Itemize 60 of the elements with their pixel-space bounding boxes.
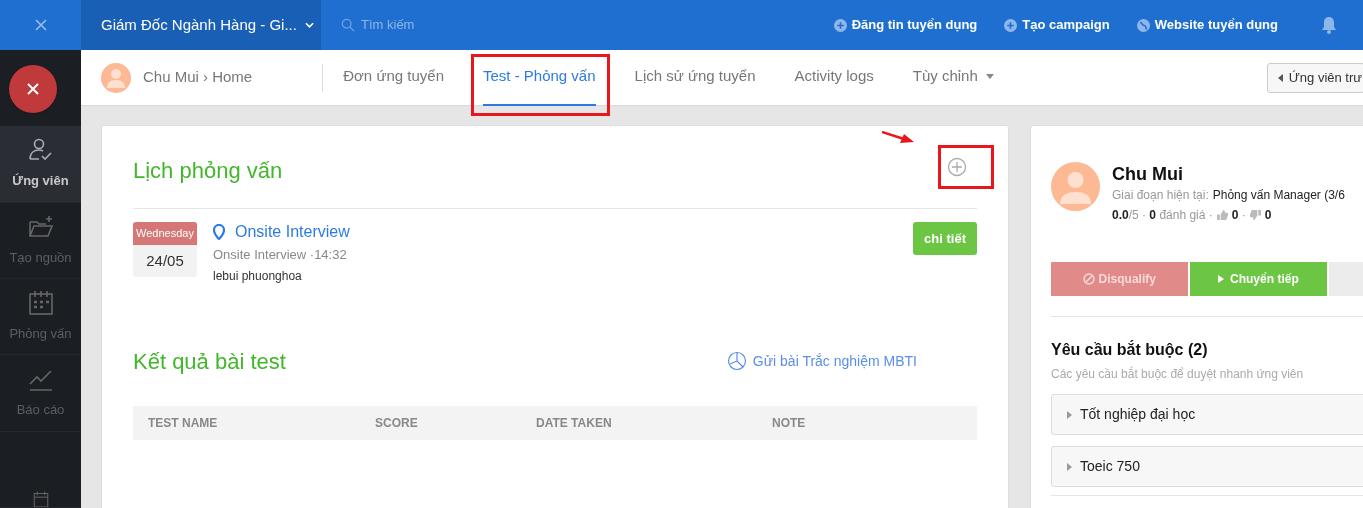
ban-icon (1082, 273, 1095, 285)
globe-icon (1136, 18, 1150, 32)
chevron-down-icon (304, 22, 314, 28)
job-selector[interactable]: Giám Đốc Ngành Hàng - Gi... (81, 0, 321, 50)
candidate-name: Chu Mui (1112, 163, 1184, 186)
requirements-title: Yêu cầu bắt buộc (2) (1051, 339, 1209, 360)
search-field[interactable]: Tìm kiếm (361, 15, 601, 35)
caret-icon (1067, 410, 1072, 419)
bell-icon[interactable] (1321, 16, 1337, 34)
plus-circle-icon (1004, 18, 1018, 32)
sidebar-item[interactable]: Báo cáo (0, 355, 81, 432)
add-icon[interactable] (947, 157, 967, 177)
arrow-icon (882, 131, 914, 145)
event-subtitle: Onsite Interview ·14:32 (213, 246, 348, 264)
date-badge: Wednesday 24/05 (133, 222, 197, 277)
mbti-link[interactable]: Gửi bài Trắc nghiệm MBTI (726, 350, 917, 372)
search-icon (341, 18, 355, 32)
column-header: TEST NAME (147, 414, 219, 432)
caret-left-icon (1277, 73, 1283, 82)
stage-value: Phỏng vấn Manager (3/6 (1212, 187, 1345, 204)
calendar-icon (27, 289, 54, 316)
event-title-link[interactable]: Onsite Interview (235, 220, 350, 244)
thumbs-down-icon (1249, 210, 1261, 220)
sidebar-item[interactable]: Tạo nguồn (0, 202, 81, 279)
section-title: Lịch phỏng vấn (133, 156, 283, 185)
folder-plus-icon (27, 213, 54, 240)
requirements-subtitle: Các yêu cầu bắt buộc để duyệt nhanh ứng viên (1051, 365, 1305, 383)
play-icon (1218, 275, 1225, 283)
location-pin-icon (213, 224, 225, 240)
caret-icon (985, 74, 994, 79)
thumbs-up-icon (1216, 210, 1228, 220)
avatar-icon (101, 62, 131, 93)
column-header: NOTE (771, 414, 807, 432)
sidebar-item[interactable]: Ứng viên (0, 126, 81, 203)
tab[interactable]: Đơn ứng tuyển (343, 49, 444, 106)
tab[interactable]: Test - Phỏng vấn (483, 49, 596, 106)
plus-circle-icon (833, 18, 847, 32)
column-header: DATE TAKEN (535, 414, 613, 432)
rating-text: 0.0/5 · 0 đánh giá · (1112, 207, 1213, 224)
tab[interactable]: Tùy chỉnh (912, 49, 994, 106)
requirement-item[interactable]: Tốt nghiệp đại học (1051, 394, 1363, 435)
sidebar-item[interactable]: Phỏng vấn (0, 278, 81, 356)
dislike-count: 0 (1264, 207, 1272, 224)
event-participants: lebui phuonghoa (213, 267, 303, 285)
stage-label: Giai đoạn hiện tại: (1112, 187, 1209, 204)
header-link[interactable]: Website tuyển dụng (1136, 15, 1278, 35)
tab[interactable]: Activity logs (794, 49, 874, 106)
avatar-icon (1051, 162, 1100, 211)
requirement-item[interactable]: Toeic 750 (1051, 446, 1363, 487)
caret-icon (1067, 462, 1072, 471)
breadcrumb: Chu Mui › Home (143, 67, 253, 88)
pie-chart-icon (726, 351, 747, 371)
header-link[interactable]: Đăng tin tuyển dụng (833, 15, 978, 35)
like-count: 0 · (1231, 207, 1246, 224)
previous-candidate-button[interactable]: Ứng viên trư (1266, 62, 1363, 93)
column-header: SCORE (374, 414, 419, 432)
close-icon (27, 83, 39, 95)
tab[interactable]: Lịch sử ứng tuyển (634, 49, 756, 106)
section-title: Kết quả bài test (133, 347, 286, 376)
header-link[interactable]: Tạo campaign (1004, 15, 1110, 35)
